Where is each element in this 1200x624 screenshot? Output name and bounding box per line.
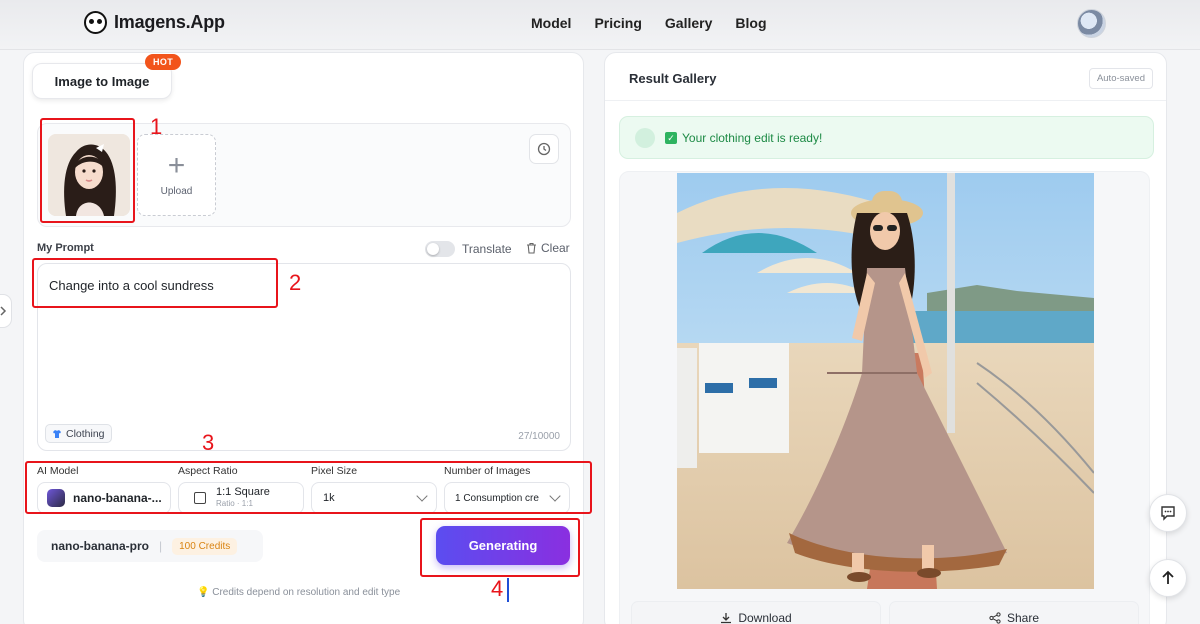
- scroll-top-button[interactable]: [1149, 559, 1187, 597]
- nav-item-gallery[interactable]: Gallery: [665, 15, 712, 31]
- shirt-icon: [53, 429, 61, 438]
- model-info-bar: nano-banana-pro | 100 Credits: [37, 530, 263, 562]
- translate-label: Translate: [462, 242, 512, 256]
- chip-label: Clothing: [66, 427, 105, 440]
- result-image[interactable]: [677, 173, 1094, 589]
- annotation-box-3: [25, 461, 592, 514]
- share-button[interactable]: Share: [889, 601, 1139, 624]
- divider: [605, 100, 1166, 101]
- annotation-number-2: 2: [289, 270, 302, 295]
- ready-notification: ✓ Your clothing edit is ready!: [619, 116, 1154, 159]
- text-cursor: [507, 578, 509, 602]
- sidebar-expand-handle[interactable]: [0, 294, 12, 328]
- clear-label: Clear: [541, 241, 570, 255]
- history-button[interactable]: [529, 134, 559, 164]
- nav-item-blog[interactable]: Blog: [735, 15, 766, 31]
- ready-text: Your clothing edit is ready!: [682, 130, 823, 145]
- annotation-box-1: [40, 118, 135, 223]
- arrow-up-icon: [1162, 570, 1174, 584]
- translate-toggle[interactable]: [425, 241, 455, 257]
- download-icon: [721, 613, 732, 624]
- hot-badge: HOT: [145, 54, 182, 70]
- main-nav: Model Pricing Gallery Blog: [531, 15, 767, 31]
- beach-photo: [677, 173, 1094, 589]
- result-gallery-title: Result Gallery: [629, 71, 717, 86]
- clothing-tag-chip[interactable]: Clothing: [45, 424, 112, 443]
- brand-logo[interactable]: Imagens.App: [84, 11, 225, 34]
- clear-button[interactable]: Clear: [526, 241, 570, 255]
- char-counter: 27/10000: [518, 431, 560, 442]
- credits-badge: 100 Credits: [172, 537, 238, 555]
- info-model-name: nano-banana-pro: [51, 539, 149, 553]
- clock-icon: [537, 142, 551, 156]
- top-navbar: Imagens.App Model Pricing Gallery Blog: [0, 0, 1200, 50]
- plus-icon: +: [167, 148, 186, 182]
- annotation-number-4: 4: [491, 576, 504, 601]
- nav-item-pricing[interactable]: Pricing: [594, 15, 641, 31]
- checkmark-icon: ✓: [665, 131, 677, 144]
- brand-name: Imagens.App: [114, 12, 225, 32]
- credit-note: 💡 Credits depend on resolution and edit …: [197, 587, 401, 598]
- share-label: Share: [1006, 611, 1040, 624]
- upload-button[interactable]: + Upload: [137, 134, 216, 216]
- result-gallery-panel: Result Gallery Auto-saved ✓ Your clothin…: [604, 52, 1167, 624]
- upload-label: Upload: [160, 185, 193, 197]
- trash-icon: [527, 242, 536, 254]
- download-button[interactable]: Download: [631, 601, 881, 624]
- nav-item-model[interactable]: Model: [531, 15, 571, 31]
- annotation-box-4: [420, 518, 580, 577]
- annotation-number-1: 1: [150, 114, 163, 139]
- download-label: Download: [738, 611, 792, 624]
- user-avatar[interactable]: [1077, 9, 1106, 38]
- chat-icon: [1161, 506, 1175, 521]
- result-image-card: [619, 171, 1150, 624]
- chat-support-button[interactable]: [1149, 494, 1187, 532]
- share-icon: [989, 612, 1001, 624]
- chevron-right-icon: [0, 306, 7, 316]
- panda-logo-icon: [84, 11, 107, 34]
- info-separator: |: [159, 539, 163, 553]
- prompt-label: My Prompt: [37, 242, 94, 254]
- status-dot-icon: [635, 127, 655, 148]
- annotation-box-2: [32, 258, 278, 308]
- autosave-badge: Auto-saved: [1088, 68, 1153, 89]
- annotation-number-3: 3: [202, 430, 215, 455]
